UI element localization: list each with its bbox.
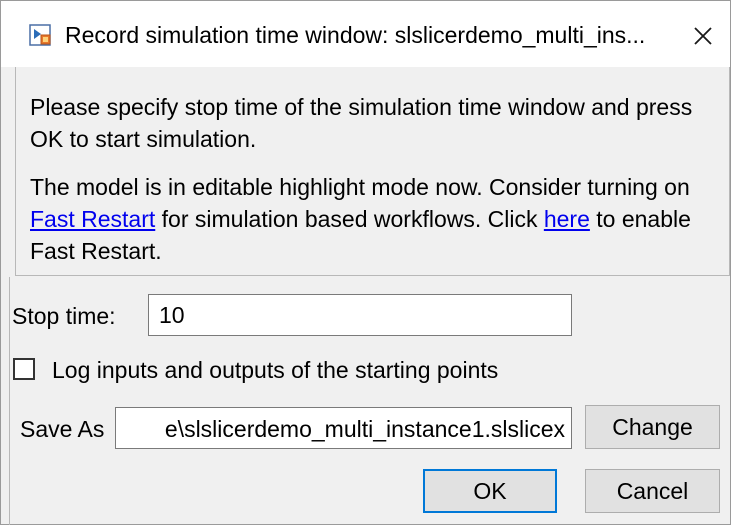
simulink-app-icon [29, 23, 53, 47]
hint-text-start: The model is in editable highlight mode … [30, 174, 690, 200]
stop-time-label: Stop time: [12, 303, 116, 329]
enable-here-link[interactable]: here [544, 206, 590, 232]
instructions-panel: Please specify stop time of the simulati… [15, 67, 730, 276]
window-title: Record simulation time window: slslicerd… [65, 22, 646, 48]
instruction-text: Please specify stop time of the simulati… [30, 94, 693, 152]
save-as-path-value: e\slslicerdemo_multi_instance1.slslicex [164, 416, 565, 442]
ok-button[interactable]: OK [423, 469, 557, 513]
log-io-checkbox[interactable] [13, 358, 35, 380]
close-button[interactable] [683, 16, 723, 56]
fast-restart-link[interactable]: Fast Restart [30, 206, 155, 232]
record-simulation-dialog: Record simulation time window: slslicerd… [0, 0, 731, 525]
save-as-label: Save As [20, 416, 105, 442]
cancel-button[interactable]: Cancel [585, 469, 720, 513]
stop-time-input[interactable] [148, 294, 572, 336]
log-io-checkbox-label[interactable]: Log inputs and outputs of the starting p… [52, 354, 498, 386]
fast-restart-hint: The model is in editable highlight mode … [30, 171, 720, 267]
hint-text-middle: for simulation based workflows. Click [155, 206, 544, 232]
change-button[interactable]: Change [585, 405, 720, 449]
save-as-path-field[interactable]: e\slslicerdemo_multi_instance1.slslicex [115, 407, 572, 449]
title-bar[interactable]: Record simulation time window: slslicerd… [1, 1, 730, 67]
close-icon [693, 26, 713, 46]
divider [9, 277, 10, 525]
